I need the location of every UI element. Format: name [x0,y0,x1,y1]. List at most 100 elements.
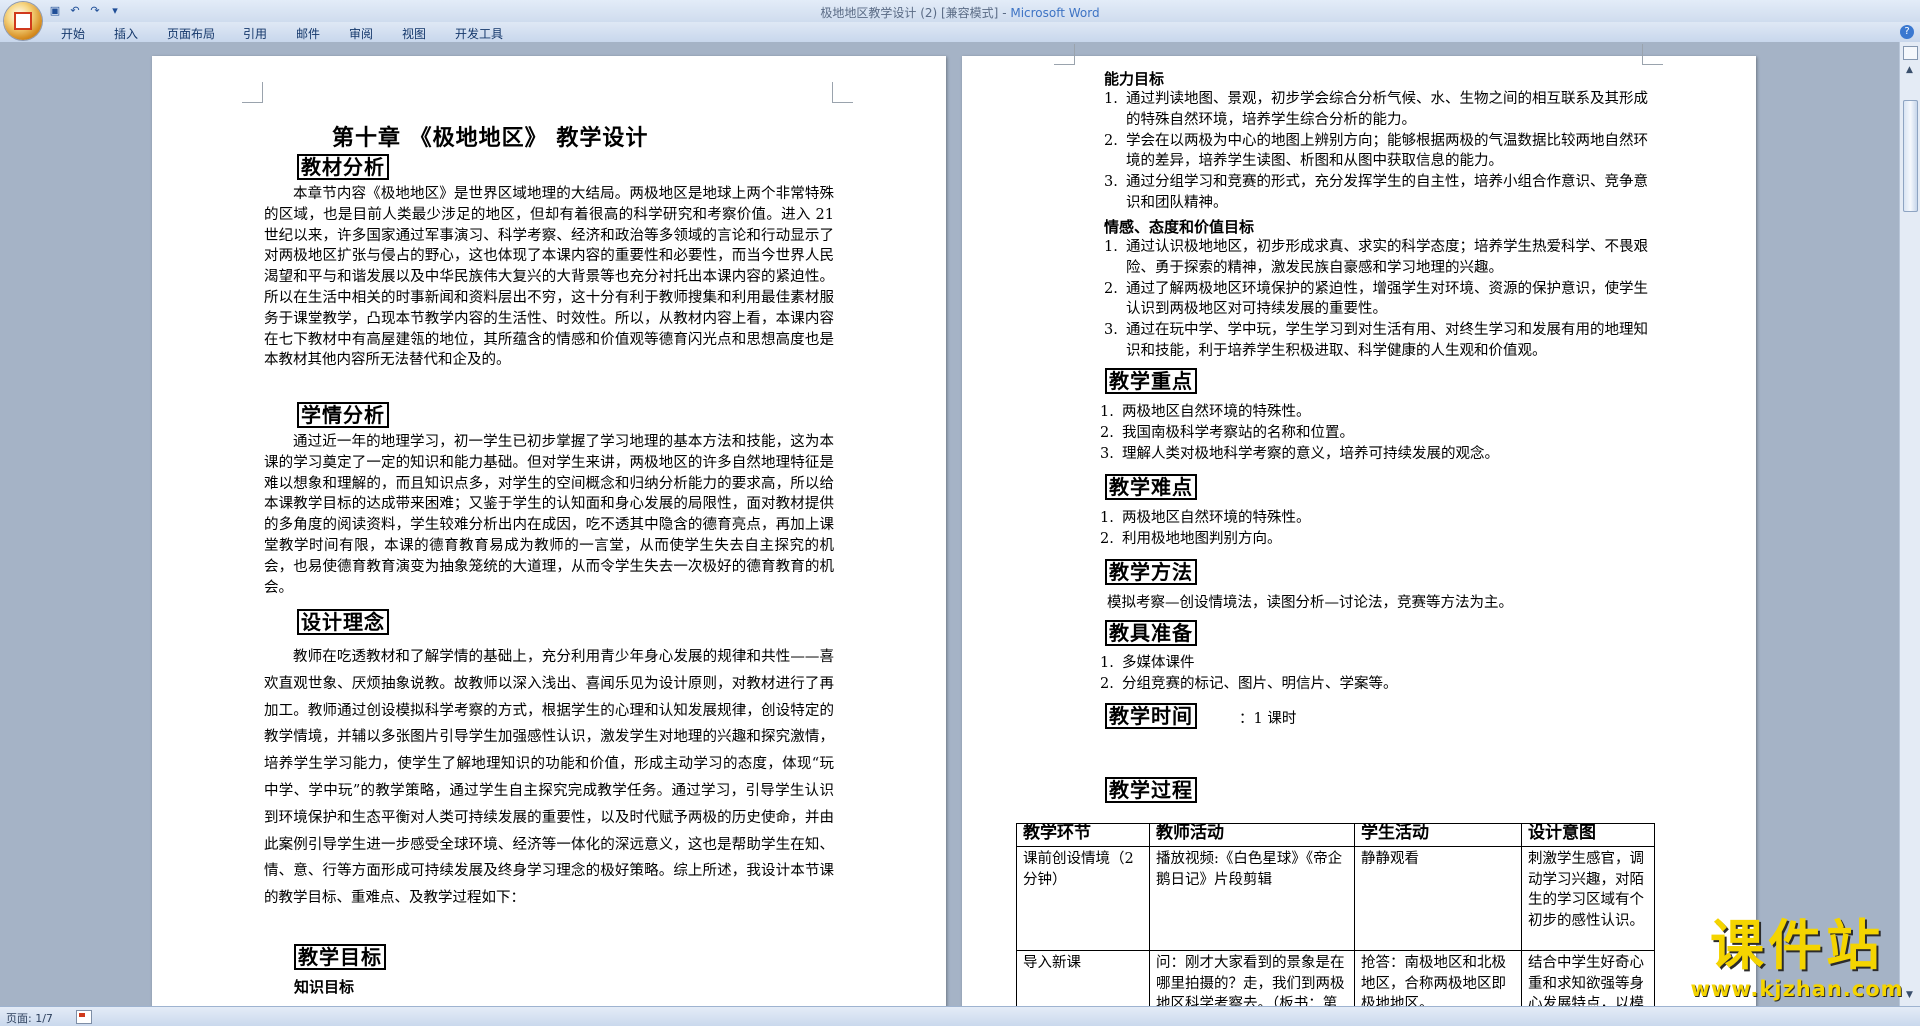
table-row: 课前创设情境（2 分钟） 播放视频:《白色星球》《帝企鹅日记》片段剪辑 静静观看… [1016,846,1655,951]
heading-teaching-process: 教学过程 [1105,777,1197,803]
list-number: 1. [1104,91,1118,107]
document-page-2[interactable]: 能力目标 1. 通过判读地图、景观，初步学会综合分析气候、水、生物之间的相互联系及… [962,44,1756,1006]
ribbon-tab-bar: 开始 插入 页面布局 引用 邮件 审阅 视图 开发工具 ? [0,22,1920,43]
margin-mark [1054,44,1075,65]
document-title: 极地地区教学设计 (2) [兼容模式] [820,6,999,20]
list-number: 1. [1100,655,1114,671]
list-number: 2. [1100,675,1114,692]
view-ruler-icon[interactable] [1903,46,1918,60]
list-item: 2. 通过了解两极地区环境保护的紧迫性，增强学生对环境、资源的保护意识，使学生认识… [1104,279,1656,321]
list-item: 2. 学会在以两极为中心的地图上辨别方向；能够根据两极的气温数据比较两地自然环境的… [1104,131,1656,173]
tab-view[interactable]: 视图 [402,25,426,42]
teaching-focus-list: 1. 两极地区自然环境的特殊性。 2. 我国南极科学考察站的名称和位置。 3. 理解人类对… [1100,402,1652,464]
list-text: 利用极地地图判别方向。 [1122,530,1282,547]
table-header-row: 教学环节 教师活动 学生活动 设计意图 [1016,823,1655,847]
subheading-emotion-objectives: 情感、态度和价值目标 [1104,218,1255,236]
list-text: 通过在玩中学、学中玩，学生学习到对生活有用、对终生学习和发展有用的地理知识和技能… [1126,322,1648,359]
list-number: 2. [1100,424,1114,441]
table-cell: 播放视频:《白色星球》《帝企鹅日记》片段剪辑 [1149,846,1355,951]
proofing-icon[interactable] [76,1010,92,1024]
status-bar: 页面: 1/7 [0,1006,1920,1026]
list-text: 通过认识极地地区，初步形成求真、求实的科学态度；培养学生热爱科学、不畏艰险、勇于… [1126,239,1648,276]
table-cell: 问：刚才大家看到的景象是在哪里拍摄的？走，我们到两极地区科学考察去。（板书：第十… [1149,950,1355,1006]
margin-mark [832,82,853,103]
list-item: 1. 两极地区自然环境的特殊性。 [1100,508,1652,529]
heading-teaching-difficulty: 教学难点 [1105,474,1197,500]
table-header-cell: 设计意图 [1521,823,1655,847]
tab-mailings[interactable]: 邮件 [296,25,320,42]
list-text: 学会在以两极为中心的地图上辨别方向；能够根据两极的气温数据比较两地自然环境的差异… [1126,132,1648,170]
document-page-1[interactable]: 第十章 《极地地区》 教学设计 教材分析 本章节内容《极地地区》是世界区域地理的… [152,56,946,1006]
list-number: 2. [1100,530,1114,547]
tab-insert[interactable]: 插入 [114,25,138,42]
heading-teaching-tools: 教具准备 [1105,620,1197,646]
list-item: 3. 理解人类对极地科学考察的意义，培养可持续发展的观念。 [1100,444,1652,465]
tab-review[interactable]: 审阅 [349,25,373,42]
list-item: 1. 多媒体课件 [1100,653,1652,674]
table-cell: 课前创设情境（2 分钟） [1016,846,1150,951]
margin-mark [1642,44,1663,65]
watermark-brand: 课件站 [1710,914,1884,977]
list-text: 理解人类对极地科学考察的意义，培养可持续发展的观念。 [1122,445,1499,462]
vertical-scrollbar[interactable]: ▲ ▼ [1899,42,1920,1006]
tab-home[interactable]: 开始 [61,25,85,42]
list-item: 2. 分组竞赛的标记、图片、明信片、学案等。 [1100,674,1652,695]
teaching-method-text: 模拟考察—创设情境法，读图分析—讨论法，竞赛等方法为主。 [1107,595,1513,611]
help-icon[interactable]: ? [1900,25,1914,39]
table-cell: 抢答：南极地区和北极地区，合称两极地区即极地地区。 [1354,950,1522,1006]
window-title: 极地地区教学设计 (2) [兼容模式] - Microsoft Word [820,6,1100,20]
scrollbar-thumb[interactable] [1903,100,1918,212]
table-cell: 刺激学生感官，调动学习兴趣，对陌生的学习区域有个初步的感性认识。 [1521,846,1655,951]
site-watermark-logo: 课件站 www.kjzhan.com [1682,915,1912,1007]
list-item: 1. 通过判读地图、景观，初步学会综合分析气候、水、生物之间的相互联系及其形成的特… [1104,89,1656,131]
application-name: Microsoft Word [1010,6,1100,20]
list-item: 2. 利用极地地图判别方向。 [1100,529,1652,550]
paragraph-design-concept: 教师在吃透教材和了解学情的基础上，充分利用青少年身心发展的规律和共性——喜欢直观… [264,649,834,907]
scroll-up-icon[interactable]: ▲ [1903,64,1916,77]
office-button[interactable] [4,2,42,40]
list-item: 1. 通过认识极地地区，初步形成求真、求实的科学态度；培养学生热爱科学、不畏艰险、… [1104,237,1656,279]
title-bar: ▣ ↶ ↷ ▾ 极地地区教学设计 (2) [兼容模式] - Microsoft … [0,0,1920,23]
subheading-knowledge-objectives: 知识目标 [294,978,355,996]
teaching-process-table: 教学环节 教师活动 学生活动 设计意图 课前创设情境（2 分钟） 播放视频:《白… [1016,823,1655,1006]
list-item: 1. 两极地区自然环境的特殊性。 [1100,402,1652,423]
margin-mark [242,82,263,103]
ability-objectives-list: 1. 通过判读地图、景观，初步学会综合分析气候、水、生物之间的相互联系及其形成的特… [1104,89,1656,214]
tab-page-layout[interactable]: 页面布局 [167,25,215,42]
list-text: 多媒体课件 [1122,655,1195,671]
page-indicator[interactable]: 页面: 1/7 [6,1010,53,1026]
list-text: 通过分组学习和竞赛的形式，充分发挥学生的自主性，培养小组合作意识、竞争意识和团队… [1126,174,1648,211]
heading-learner-analysis: 学情分析 [297,402,389,428]
chapter-title: 第十章 《极地地区》 教学设计 [332,125,649,151]
tab-references[interactable]: 引用 [243,25,267,42]
subheading-ability-objectives: 能力目标 [1104,70,1165,88]
heading-teaching-objectives: 教学目标 [294,944,386,970]
list-text: 两极地区自然环境的特殊性。 [1122,404,1311,420]
paragraph-textbook-analysis: 本章节内容《极地地区》是世界区域地理的大结局。两极地区是地球上两个非常特殊的区域… [264,186,834,369]
list-number: 1. [1104,239,1118,255]
list-number: 3. [1104,174,1118,191]
list-number: 2. [1104,280,1118,297]
table-cell: 静静观看 [1354,846,1522,951]
document-workspace[interactable]: 第十章 《极地地区》 教学设计 教材分析 本章节内容《极地地区》是世界区域地理的… [0,42,1900,1006]
list-number: 1. [1100,404,1114,420]
table-cell: 导入新课 [1016,950,1150,1006]
table-header-cell: 学生活动 [1354,823,1522,847]
list-item: 3. 通过分组学习和竞赛的形式，充分发挥学生的自主性，培养小组合作意识、竞争意识和… [1104,172,1656,214]
heading-teaching-time: 教学时间 [1105,703,1197,729]
list-item: 2. 我国南极科学考察站的名称和位置。 [1100,423,1652,444]
tab-developer[interactable]: 开发工具 [455,25,503,42]
table-cell: 结合中学生好奇心重和求知欲强等身心发展特点，以模拟科考 [1521,950,1655,1006]
table-header-cell: 教师活动 [1149,823,1355,847]
table-header-cell: 教学环节 [1016,823,1150,847]
list-text: 通过判读地图、景观，初步学会综合分析气候、水、生物之间的相互联系及其形成的特殊自… [1126,91,1648,128]
list-number: 2. [1104,132,1118,149]
list-item: 3. 通过在玩中学、学中玩，学生学习到对生活有用、对终生学习和发展有用的地理知识和… [1104,320,1656,362]
list-number: 3. [1100,445,1114,462]
teaching-difficulty-list: 1. 两极地区自然环境的特殊性。 2. 利用极地地图判别方向。 [1100,508,1652,550]
emotion-objectives-list: 1. 通过认识极地地区，初步形成求真、求实的科学态度；培养学生热爱科学、不畏艰险、… [1104,237,1656,362]
teaching-time-value: ：1 课时 [1239,711,1297,727]
list-number: 3. [1104,322,1118,339]
office-logo-icon [14,12,32,30]
list-text: 通过了解两极地区环境保护的紧迫性，增强学生对环境、资源的保护意识，使学生认识到两… [1126,280,1648,318]
